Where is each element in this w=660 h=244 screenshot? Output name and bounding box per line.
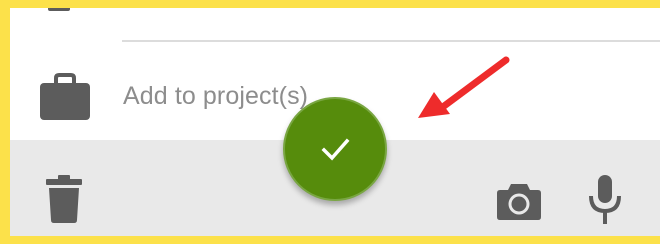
partial-list-icon — [48, 8, 70, 11]
field-divider — [122, 40, 660, 42]
camera-icon[interactable] — [496, 183, 542, 221]
add-to-project-label[interactable]: Add to project(s) — [123, 82, 308, 111]
red-arrow-annotation — [418, 56, 510, 118]
form-panel: Add to project(s) — [10, 8, 660, 236]
save-fab-button[interactable] — [283, 97, 387, 201]
screenshot-frame: Add to project(s) — [0, 0, 660, 244]
microphone-icon[interactable] — [588, 174, 622, 226]
briefcase-icon — [40, 73, 90, 120]
checkmark-icon — [321, 138, 350, 161]
trash-icon[interactable] — [45, 174, 83, 224]
